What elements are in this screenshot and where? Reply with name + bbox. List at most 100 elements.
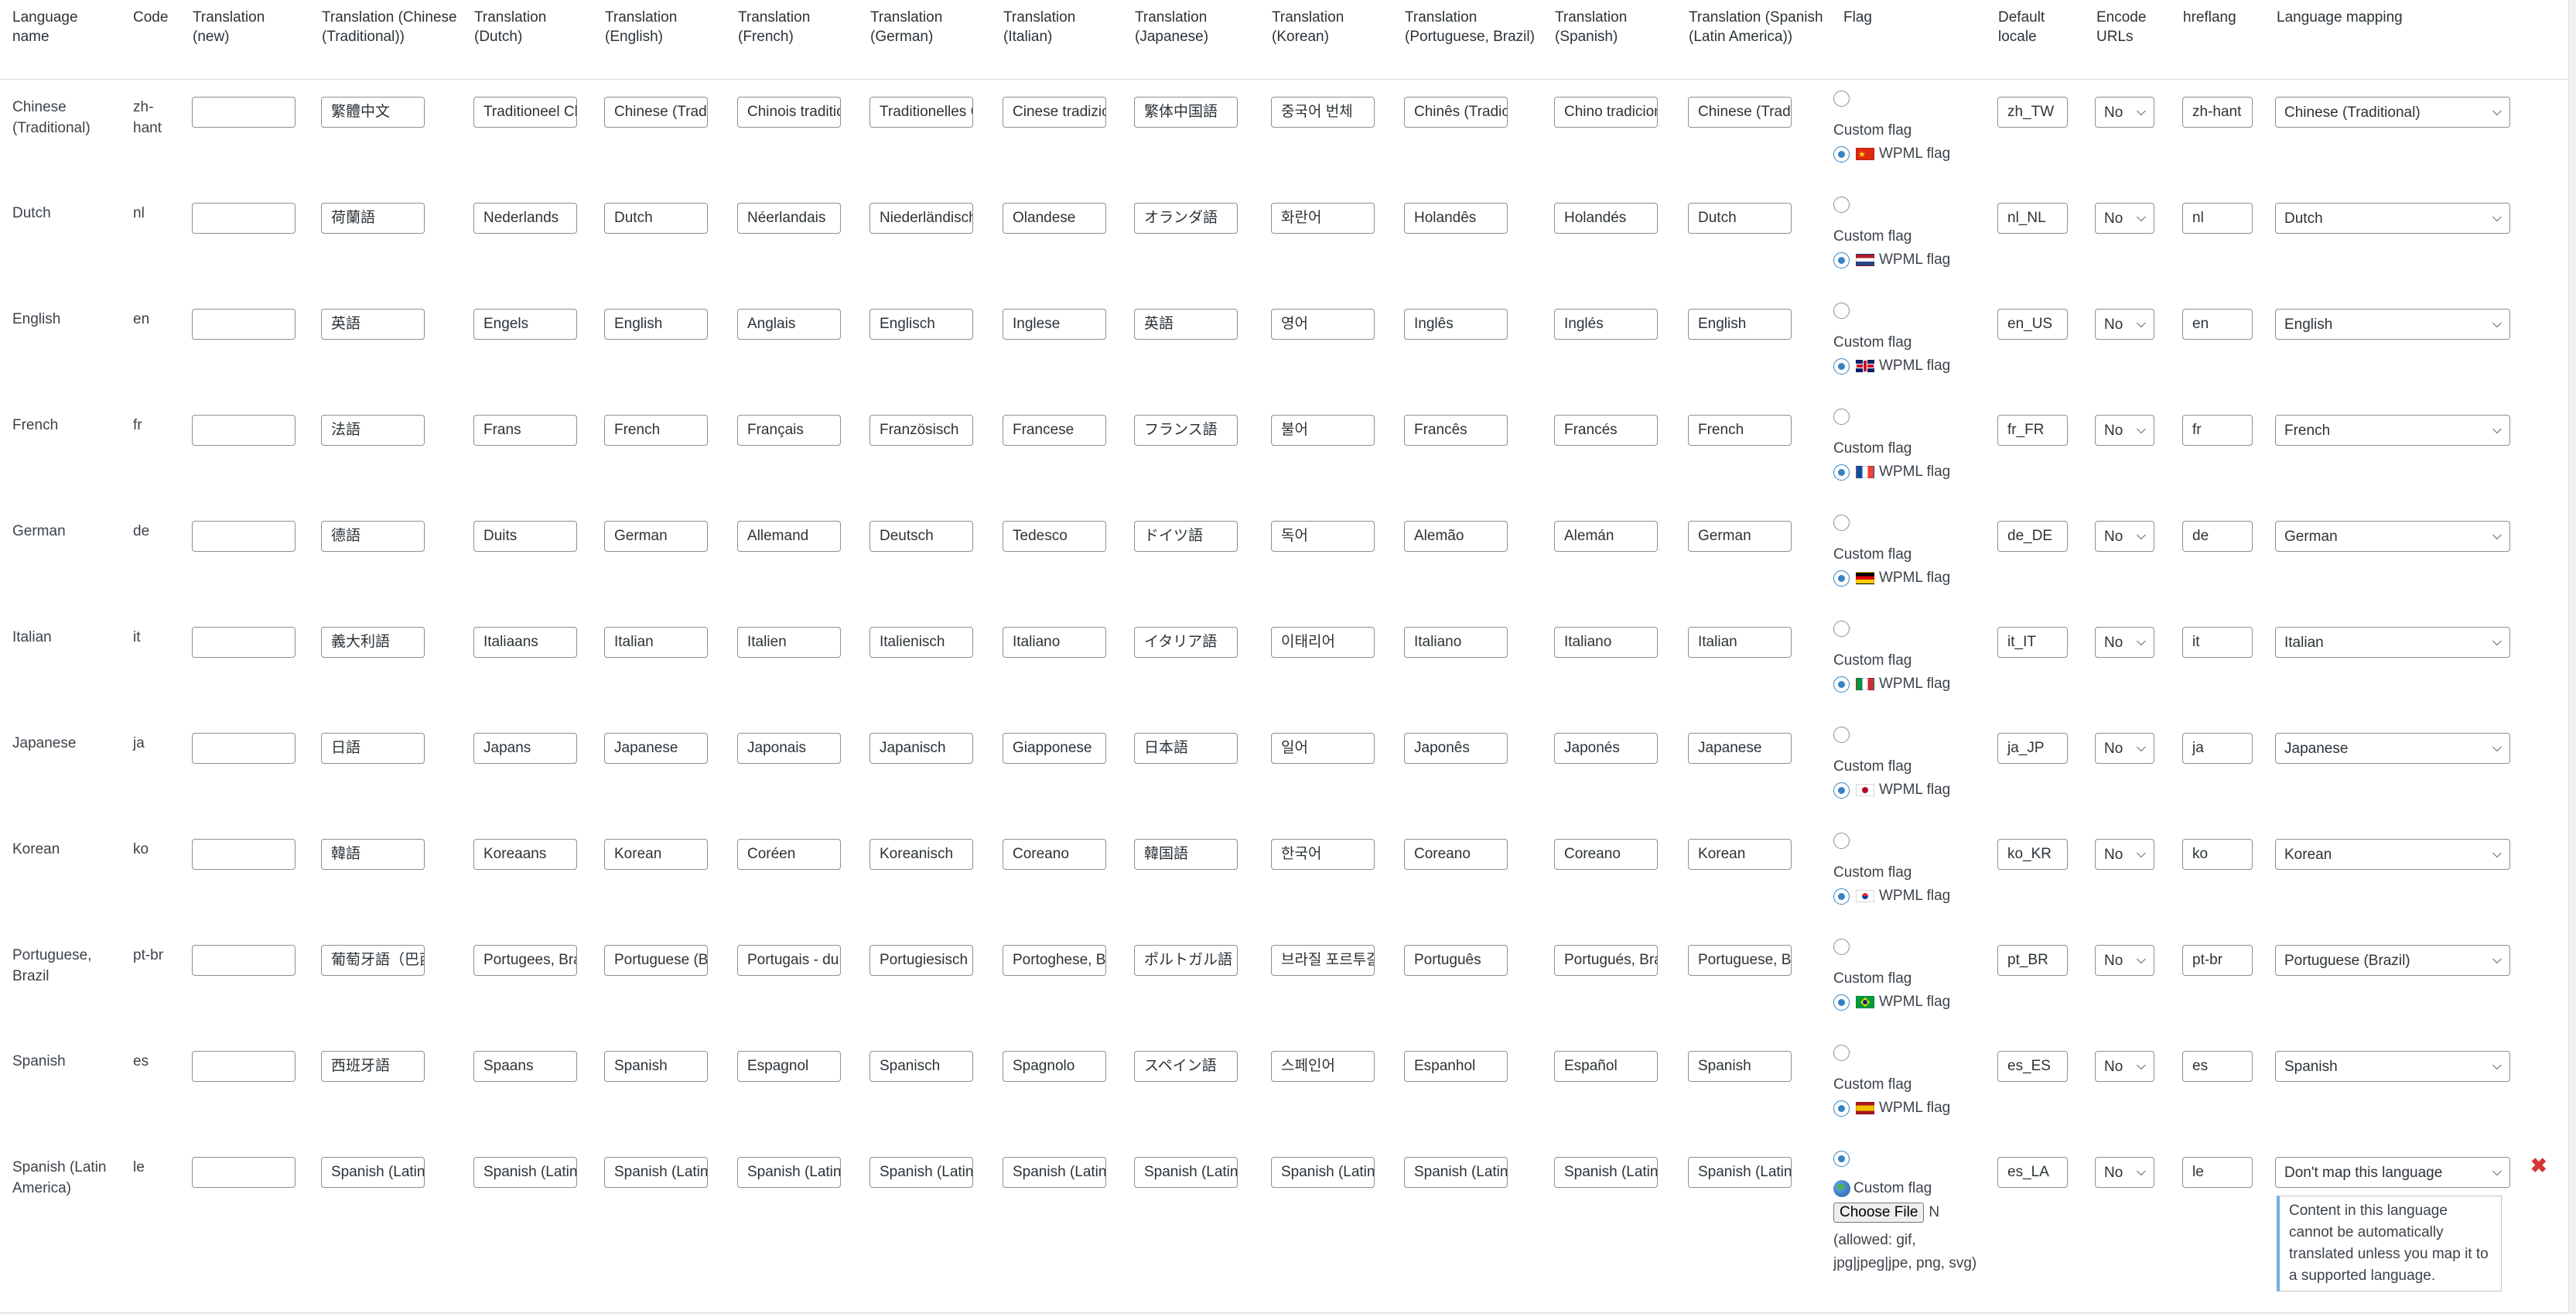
translation-input[interactable]: Dutch bbox=[1688, 203, 1792, 234]
wpml-flag-option[interactable]: WPML flag bbox=[1833, 145, 1986, 163]
custom-flag-radio[interactable] bbox=[1833, 1045, 1850, 1061]
translation-input[interactable]: Japanese bbox=[604, 733, 708, 764]
translation-input[interactable]: Spanish (Latin America) bbox=[1003, 1157, 1106, 1188]
translation-input[interactable]: Holandês bbox=[1404, 203, 1508, 234]
translation-input[interactable]: 英語 bbox=[1134, 309, 1238, 340]
custom-flag-radio[interactable] bbox=[1833, 1151, 1850, 1167]
hreflang-input[interactable]: zh-hant bbox=[2182, 97, 2253, 128]
translation-input[interactable]: Deutsch bbox=[869, 521, 973, 552]
translation-input[interactable]: 荷蘭語 bbox=[321, 203, 425, 234]
translation-input[interactable]: Spaans bbox=[473, 1051, 577, 1082]
custom-flag-radio[interactable] bbox=[1833, 939, 1850, 955]
translation-input[interactable]: Espanhol bbox=[1404, 1051, 1508, 1082]
translation-input[interactable]: German bbox=[604, 521, 708, 552]
translation-input[interactable]: Holandés bbox=[1554, 203, 1658, 234]
translation-input[interactable]: Español bbox=[1554, 1051, 1658, 1082]
translation-input[interactable]: Französisch bbox=[869, 415, 973, 446]
translation-input[interactable]: Duits bbox=[473, 521, 577, 552]
wpml-flag-option[interactable]: WPML flag bbox=[1833, 570, 1986, 587]
translation-input[interactable]: Japonês bbox=[1404, 733, 1508, 764]
translation-input[interactable]: Spanish (Latin America) bbox=[321, 1157, 425, 1188]
choose-file-button[interactable]: Choose File bbox=[1833, 1203, 1925, 1223]
hreflang-input[interactable]: fr bbox=[2182, 415, 2253, 446]
default-locale-input[interactable]: fr_FR bbox=[1997, 415, 2068, 446]
translation-input[interactable]: Italien bbox=[737, 627, 841, 658]
translation-input[interactable]: Tedesco bbox=[1003, 521, 1106, 552]
translation-input[interactable]: ドイツ語 bbox=[1134, 521, 1238, 552]
wpml-flag-radio[interactable] bbox=[1833, 1100, 1850, 1117]
translation-input[interactable]: Spanish (Latin America) bbox=[1404, 1157, 1508, 1188]
translation-input[interactable]: 西班牙語 bbox=[321, 1051, 425, 1082]
default-locale-input[interactable]: ko_KR bbox=[1997, 839, 2068, 870]
translation-input[interactable]: Portugiesisch (Brasilien) bbox=[869, 945, 973, 976]
encode-urls-select[interactable]: No ⌵ bbox=[2095, 97, 2154, 128]
translation-input[interactable]: Portuguese (Brazil) bbox=[604, 945, 708, 976]
translation-input[interactable]: Italiano bbox=[1554, 627, 1658, 658]
hreflang-input[interactable]: pt-br bbox=[2182, 945, 2253, 976]
translation-input[interactable]: French bbox=[604, 415, 708, 446]
wpml-flag-radio[interactable] bbox=[1833, 676, 1850, 693]
translation-input[interactable]: Olandese bbox=[1003, 203, 1106, 234]
encode-urls-select[interactable]: No ⌵ bbox=[2095, 733, 2154, 764]
default-locale-input[interactable]: zh_TW bbox=[1997, 97, 2068, 128]
translation-input[interactable]: Spanish bbox=[1688, 1051, 1792, 1082]
translation-new-input[interactable] bbox=[192, 203, 296, 234]
translation-input[interactable]: 葡萄牙語（巴西） bbox=[321, 945, 425, 976]
encode-urls-select[interactable]: No ⌵ bbox=[2095, 839, 2154, 870]
translation-input[interactable]: 義大利語 bbox=[321, 627, 425, 658]
wpml-flag-radio[interactable] bbox=[1833, 570, 1850, 587]
language-mapping-select[interactable]: Dutch ⌵ bbox=[2275, 203, 2510, 234]
translation-input[interactable]: Portugués, Brasil bbox=[1554, 945, 1658, 976]
default-locale-input[interactable]: it_IT bbox=[1997, 627, 2068, 658]
wpml-flag-option[interactable]: WPML flag bbox=[1833, 782, 1986, 799]
wpml-flag-option[interactable]: WPML flag bbox=[1833, 252, 1986, 269]
default-locale-input[interactable]: ja_JP bbox=[1997, 733, 2068, 764]
translation-input[interactable]: イタリア語 bbox=[1134, 627, 1238, 658]
hreflang-input[interactable]: ko bbox=[2182, 839, 2253, 870]
translation-new-input[interactable] bbox=[192, 627, 296, 658]
translation-input[interactable]: Spanish (Latin America) bbox=[1554, 1157, 1658, 1188]
translation-input[interactable]: Italiano bbox=[1003, 627, 1106, 658]
translation-new-input[interactable] bbox=[192, 309, 296, 340]
encode-urls-select[interactable]: No ⌵ bbox=[2095, 415, 2154, 446]
hreflang-input[interactable]: es bbox=[2182, 1051, 2253, 1082]
wpml-flag-option[interactable]: WPML flag bbox=[1833, 1100, 1986, 1117]
translation-new-input[interactable] bbox=[192, 1051, 296, 1082]
translation-input[interactable]: 불어 bbox=[1271, 415, 1375, 446]
translation-input[interactable]: Inglés bbox=[1554, 309, 1658, 340]
translation-input[interactable]: Francês bbox=[1404, 415, 1508, 446]
custom-flag-radio[interactable] bbox=[1833, 409, 1850, 425]
language-mapping-select[interactable]: Don't map this language ⌵ bbox=[2275, 1157, 2510, 1188]
translation-input[interactable]: Traditionelles Chinesisch bbox=[869, 97, 973, 128]
translation-input[interactable]: Chino tradicional bbox=[1554, 97, 1658, 128]
translation-input[interactable]: Cinese tradizionale bbox=[1003, 97, 1106, 128]
wpml-flag-radio[interactable] bbox=[1833, 464, 1850, 481]
translation-input[interactable]: Spagnolo bbox=[1003, 1051, 1106, 1082]
hreflang-input[interactable]: ja bbox=[2182, 733, 2253, 764]
language-mapping-select[interactable]: Korean ⌵ bbox=[2275, 839, 2510, 870]
translation-input[interactable]: 화란어 bbox=[1271, 203, 1375, 234]
translation-input[interactable]: Français bbox=[737, 415, 841, 446]
translation-input[interactable]: Inglese bbox=[1003, 309, 1106, 340]
default-locale-input[interactable]: pt_BR bbox=[1997, 945, 2068, 976]
translation-new-input[interactable] bbox=[192, 839, 296, 870]
translation-input[interactable]: Japanese bbox=[1688, 733, 1792, 764]
translation-input[interactable]: Francés bbox=[1554, 415, 1658, 446]
translation-input[interactable]: Coréen bbox=[737, 839, 841, 870]
translation-input[interactable]: Korean bbox=[604, 839, 708, 870]
translation-input[interactable]: Giapponese bbox=[1003, 733, 1106, 764]
custom-flag-radio[interactable] bbox=[1833, 515, 1850, 531]
language-mapping-select[interactable]: English ⌵ bbox=[2275, 309, 2510, 340]
wpml-flag-option[interactable]: WPML flag bbox=[1833, 676, 1986, 693]
translation-input[interactable]: Italienisch bbox=[869, 627, 973, 658]
translation-input[interactable]: 영어 bbox=[1271, 309, 1375, 340]
hreflang-input[interactable]: en bbox=[2182, 309, 2253, 340]
wpml-flag-radio[interactable] bbox=[1833, 252, 1850, 269]
delete-language-icon[interactable]: ✖ bbox=[2527, 1140, 2568, 1176]
language-mapping-select[interactable]: Japanese ⌵ bbox=[2275, 733, 2510, 764]
translation-input[interactable]: Japanisch bbox=[869, 733, 973, 764]
translation-input[interactable]: Francese bbox=[1003, 415, 1106, 446]
translation-input[interactable]: Japonais bbox=[737, 733, 841, 764]
translation-input[interactable]: 德語 bbox=[321, 521, 425, 552]
translation-input[interactable]: Traditioneel Chinees bbox=[473, 97, 577, 128]
